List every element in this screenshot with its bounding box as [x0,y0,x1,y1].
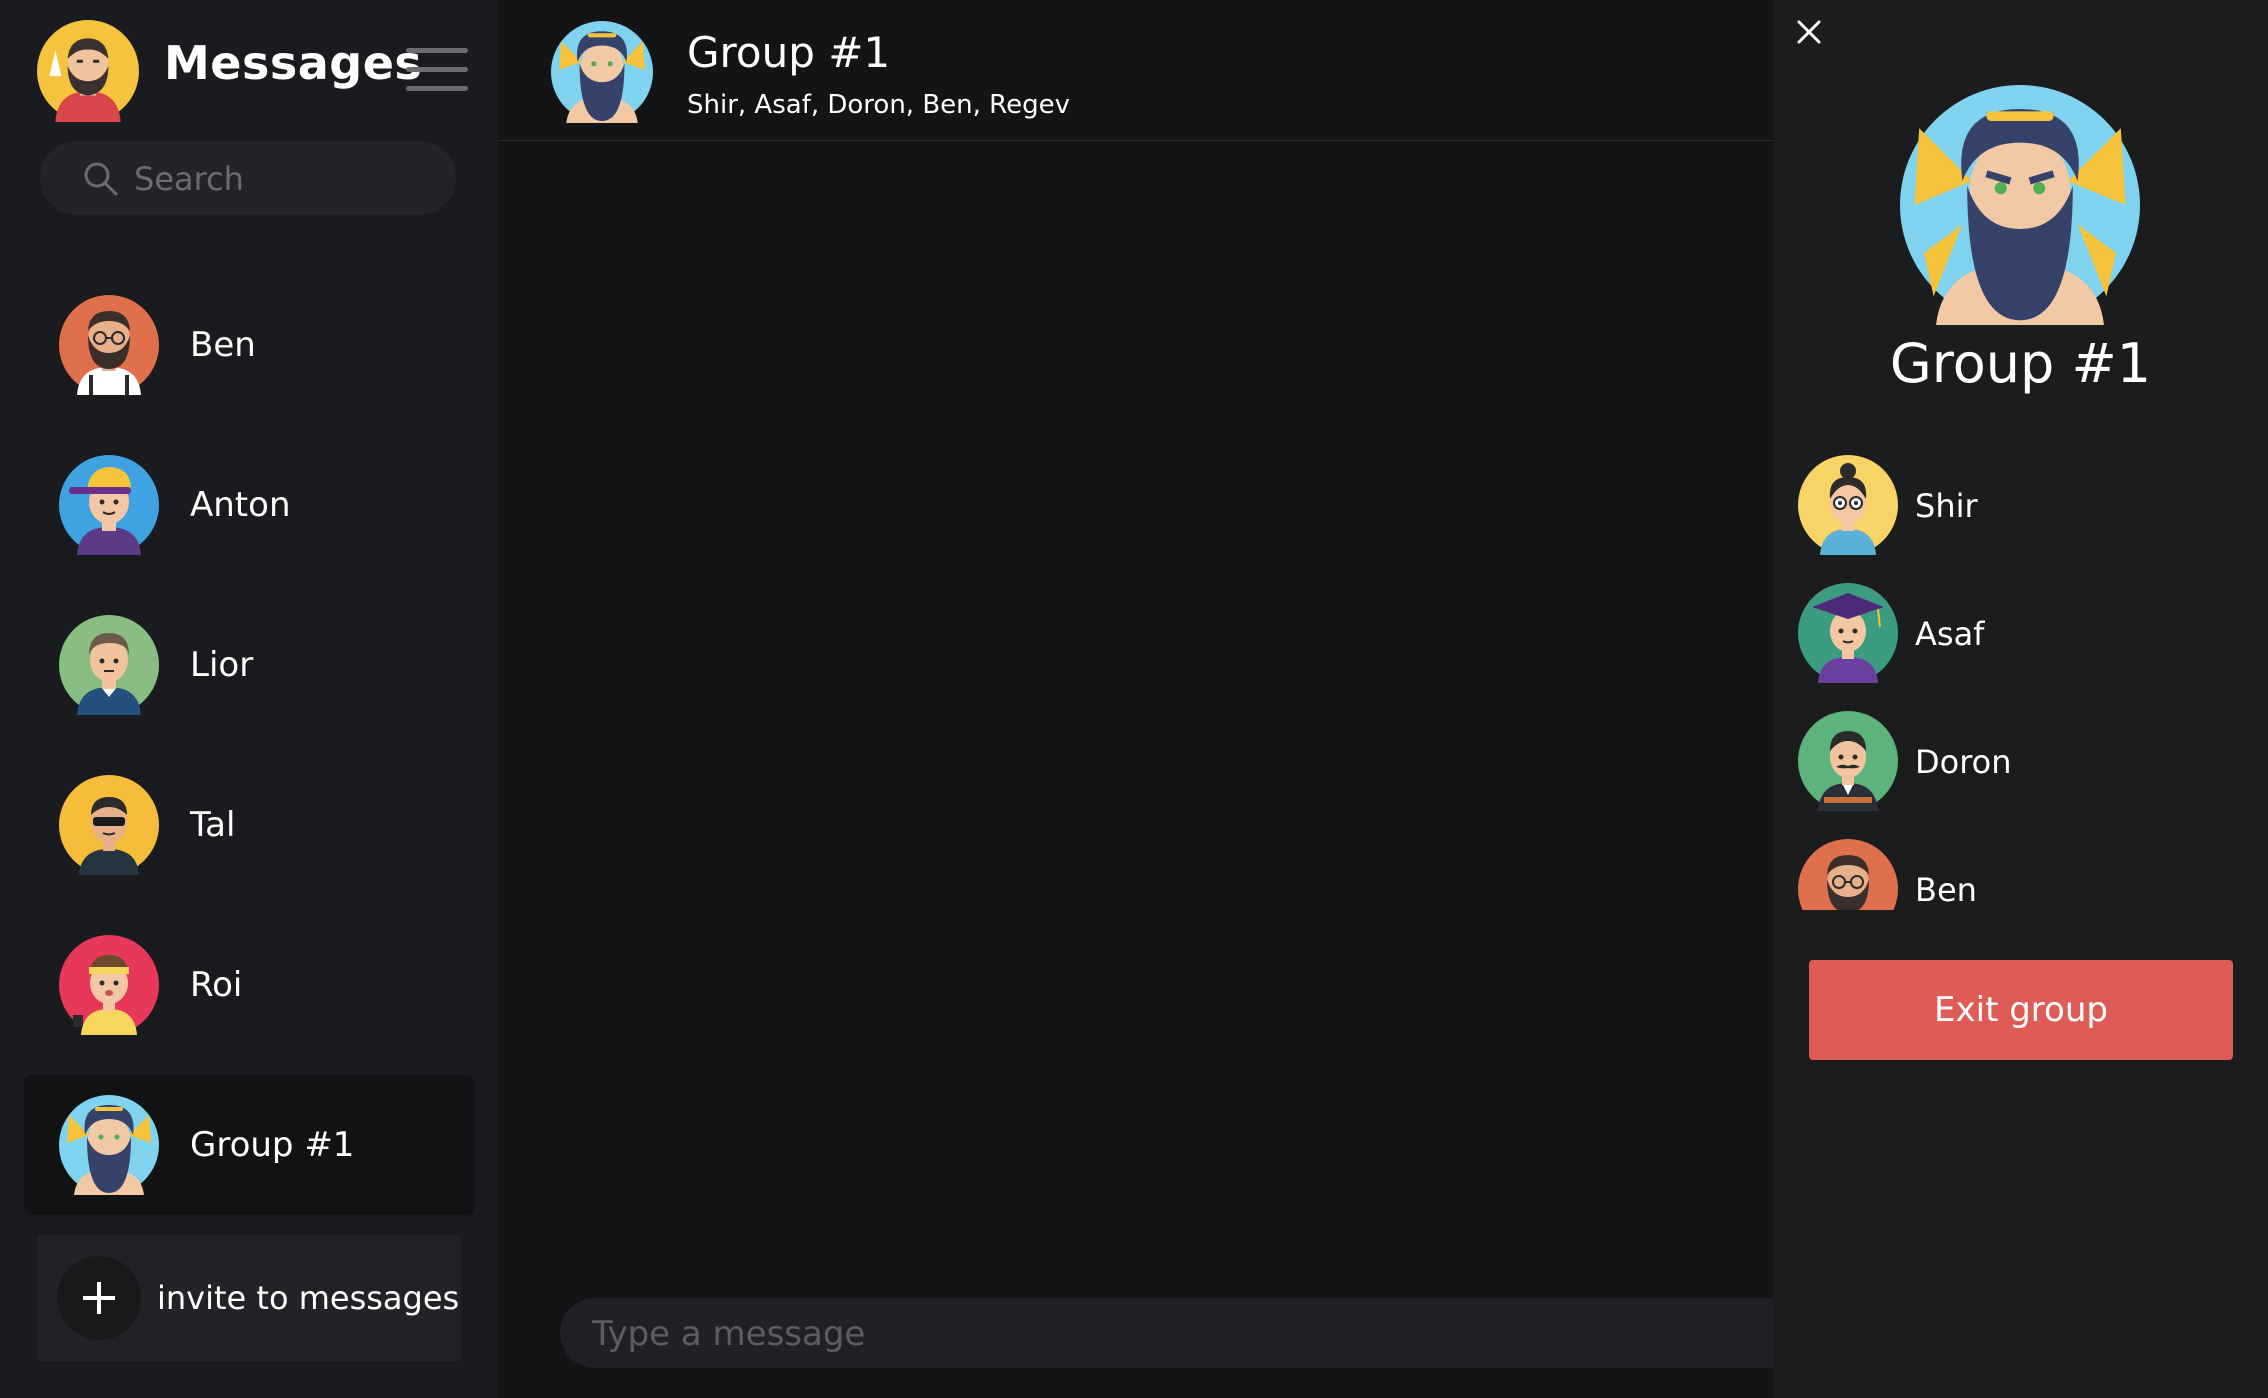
message-input[interactable] [590,1306,1744,1362]
contact-name: Tal [190,805,236,845]
contact-name: Roi [190,965,243,1005]
chat-members-line: Shir, Asaf, Doron, Ben, Regev [687,90,1070,120]
contact-name: Anton [190,485,291,525]
my-avatar[interactable] [37,20,139,122]
contact-item-roi[interactable]: Roi [24,915,474,1055]
member-item-ben[interactable]: Ben [1798,839,2238,910]
group-avatar [1900,85,2140,325]
member-name: Asaf [1915,615,1985,653]
contact-avatar-ben [59,295,159,395]
contact-item-group-1[interactable]: Group #1 [24,1075,474,1215]
search-icon [84,162,118,196]
contact-avatar-roi [59,935,159,1035]
member-avatar-shir [1798,455,1898,555]
messages-app: Messages Search Ben Anton Lior Tal Roi G… [0,0,2268,1398]
sidebar-header: Messages [0,0,498,140]
contact-avatar-tal [59,775,159,875]
contact-item-ben[interactable]: Ben [24,275,474,415]
contact-item-tal[interactable]: Tal [24,755,474,895]
contact-avatar-anton [59,455,159,555]
message-composer [560,1298,1810,1368]
menu-bar [406,48,468,53]
contact-name: Lior [190,645,254,685]
invite-button[interactable]: invite to messages [37,1235,461,1361]
member-name: Doron [1915,743,2012,781]
member-name: Ben [1915,871,1977,909]
search-box [40,141,456,215]
search-input[interactable] [132,153,436,205]
contact-name: Group #1 [190,1125,355,1165]
menu-bar [406,86,468,91]
member-item-asaf[interactable]: Asaf [1798,583,2238,683]
close-icon[interactable] [1791,14,1827,50]
member-avatar-ben [1798,839,1898,910]
chat-pane: Group #1 Shir, Asaf, Doron, Ben, Regev [498,0,1810,1398]
sidebar: Messages Search Ben Anton Lior Tal Roi G… [0,0,498,1398]
invite-label: invite to messages [157,1279,460,1317]
menu-bar [406,67,468,72]
chat-header: Group #1 Shir, Asaf, Doron, Ben, Regev [498,0,1773,141]
hamburger-menu-button[interactable] [406,48,468,96]
contact-avatar-lior [59,615,159,715]
member-name: Shir [1915,487,1978,525]
member-item-doron[interactable]: Doron [1798,711,2238,811]
chat-avatar[interactable] [551,21,653,123]
member-avatar-asaf [1798,583,1898,683]
exit-group-button[interactable]: Exit group [1809,960,2233,1060]
contact-item-anton[interactable]: Anton [24,435,474,575]
group-details-panel: Group #1 Shir Asaf Doron Ben Exit group [1773,0,2268,1398]
group-members-list: Shir Asaf Doron Ben [1773,450,2268,910]
contact-name: Ben [190,325,256,365]
contact-item-lior[interactable]: Lior [24,595,474,735]
plus-icon [57,1256,141,1340]
app-title: Messages [164,36,423,90]
member-item-shir[interactable]: Shir [1798,455,2238,555]
group-title: Group #1 [1889,332,2152,395]
contact-avatar-group-1 [59,1095,159,1195]
chat-title: Group #1 [687,28,891,77]
member-avatar-doron [1798,711,1898,811]
